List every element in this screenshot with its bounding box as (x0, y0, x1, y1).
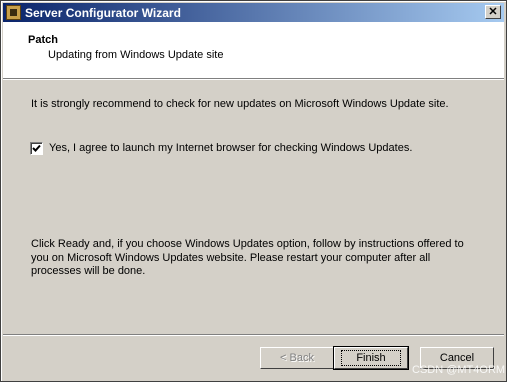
footer-separator (3, 334, 504, 335)
close-icon: ✕ (488, 5, 498, 18)
back-button[interactable]: < Back (260, 347, 334, 369)
app-icon (6, 5, 21, 20)
agree-checkbox-label[interactable]: Yes, I agree to launch my Internet brows… (49, 142, 412, 154)
close-button[interactable]: ✕ (485, 5, 501, 19)
instructions-text: Click Ready and, if you choose Windows U… (31, 238, 464, 277)
window-title: Server Configurator Wizard (25, 6, 181, 20)
recommendation-text: It is strongly recommend to check for ne… (31, 98, 449, 110)
finish-button[interactable]: Finish (333, 346, 409, 370)
wizard-header: Patch Updating from Windows Update site (3, 22, 504, 79)
page-subtitle: Updating from Windows Update site (48, 49, 224, 61)
page-title: Patch (28, 34, 58, 46)
title-bar[interactable]: Server Configurator Wizard ✕ (3, 3, 504, 22)
finish-button-label: Finish (341, 350, 401, 366)
checkmark-icon (32, 144, 41, 152)
wizard-window: Server Configurator Wizard ✕ Patch Updat… (0, 0, 507, 382)
watermark-text: CSDN @MT4ORM (412, 364, 506, 376)
agree-checkbox[interactable] (30, 142, 43, 155)
